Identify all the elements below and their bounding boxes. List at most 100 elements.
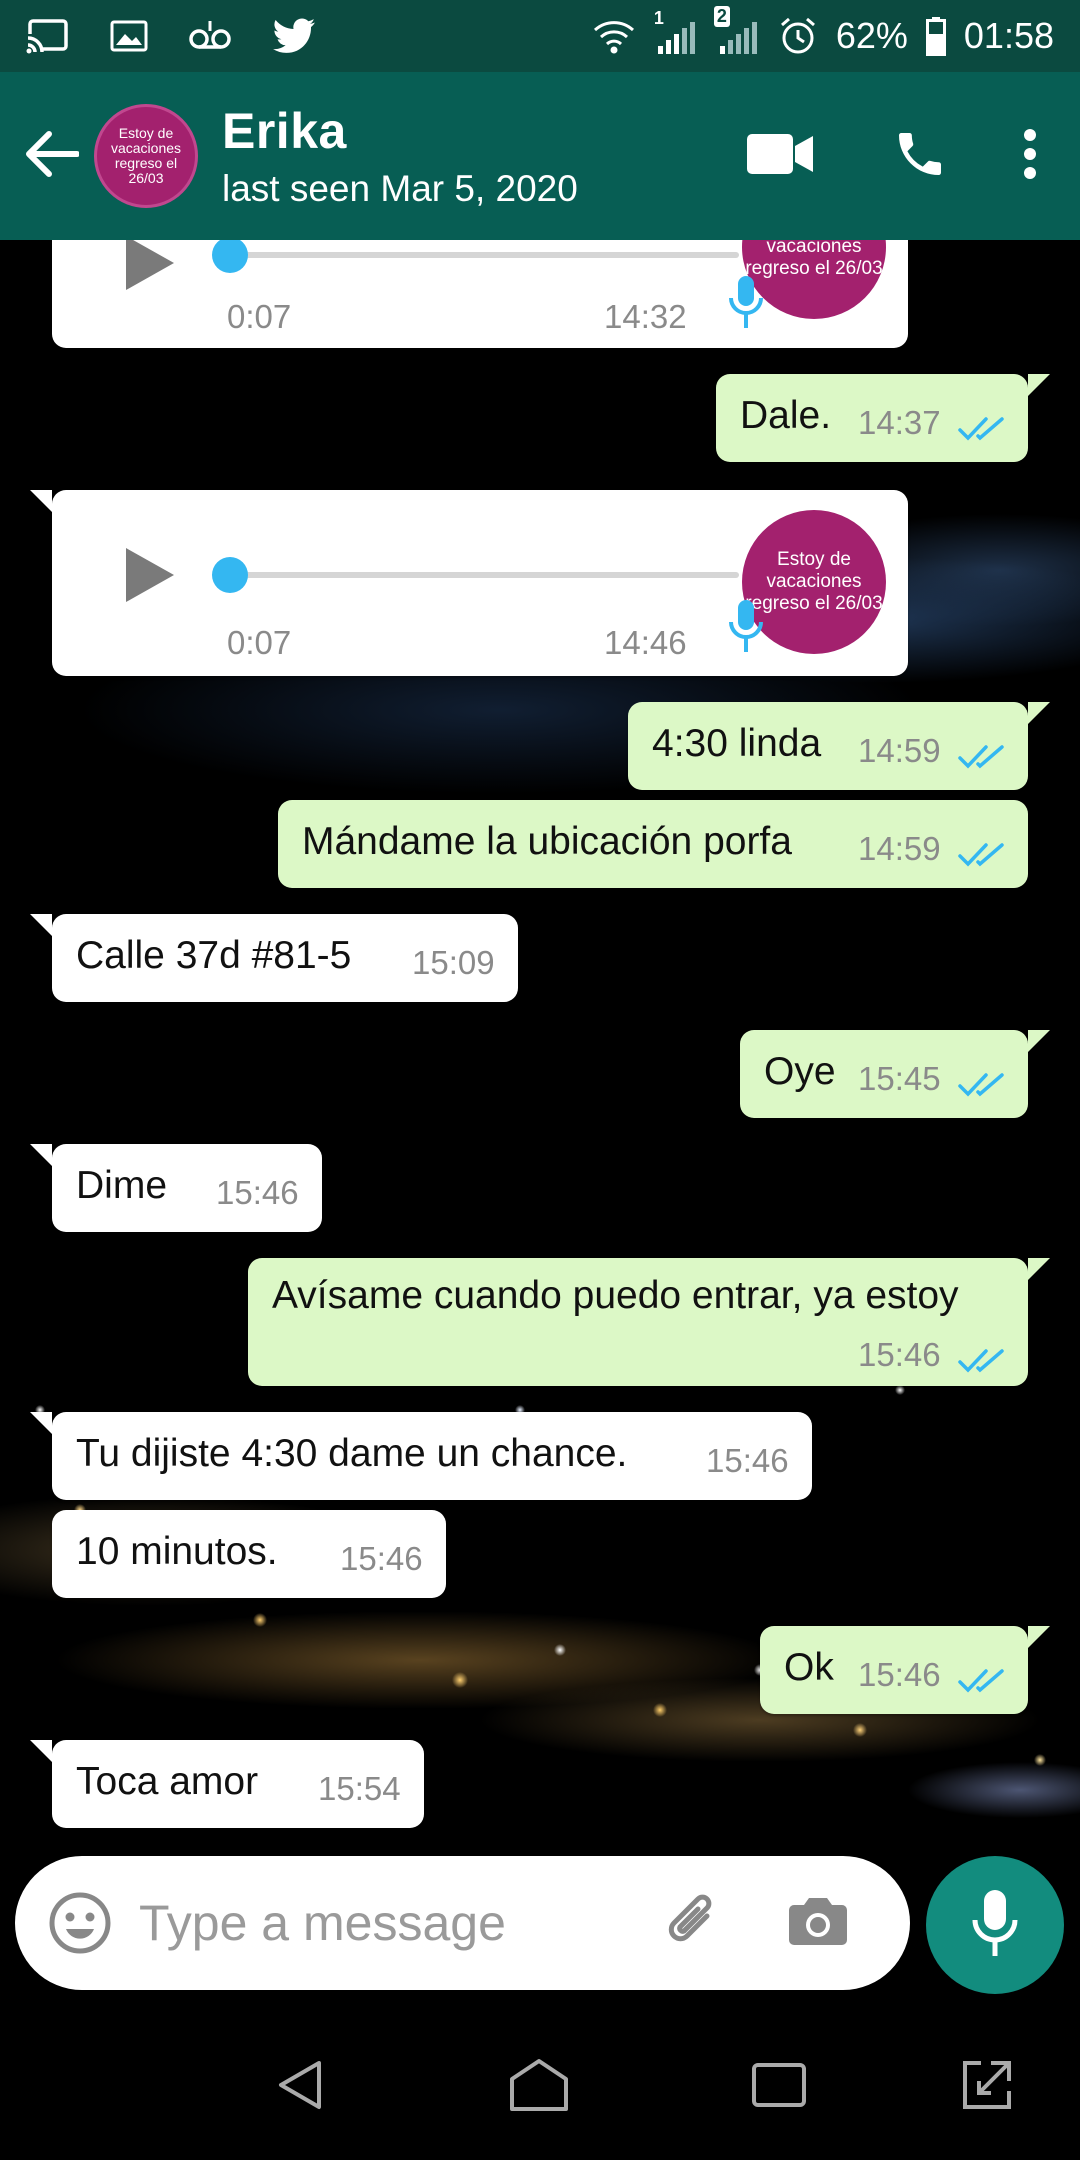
camera-button[interactable] — [783, 1888, 853, 1958]
message-time: 14:59 — [858, 732, 941, 769]
message-time: 14:59 — [858, 830, 941, 867]
read-ticks-icon — [958, 1064, 1006, 1097]
message-composer — [15, 1856, 910, 1990]
voice-duration: 0:07 — [227, 298, 292, 335]
video-call-icon — [747, 132, 813, 181]
nav-back-button[interactable] — [256, 2040, 346, 2130]
message-text: Toca amor — [76, 1760, 259, 1803]
nav-expand-button[interactable] — [942, 2040, 1032, 2130]
message-text: Mándame la ubicación porfa — [302, 820, 792, 863]
message-time: 14:37 — [858, 404, 941, 441]
more-options-button[interactable] — [990, 72, 1070, 240]
avatar-text-line: vacaciones — [110, 140, 182, 156]
incoming-message[interactable]: Dime 15:46 — [30, 1144, 322, 1232]
message-time: 15:46 — [706, 1442, 789, 1479]
message-text: Oye — [764, 1050, 836, 1093]
voice-progress-knob[interactable] — [212, 240, 248, 273]
message-time: 14:46 — [604, 624, 687, 661]
back-button[interactable] — [10, 72, 94, 240]
voice-duration: 0:07 — [227, 624, 292, 661]
home-icon — [510, 2059, 568, 2111]
incoming-message[interactable]: Toca amor 15:54 — [30, 1740, 424, 1828]
chat-area[interactable]: 0:07 14:32 Estoy de vacaciones regreso e… — [0, 240, 1080, 1850]
avatar-text-line: vacaciones — [766, 571, 862, 592]
record-voice-button[interactable] — [926, 1856, 1064, 1994]
message-time: 15:09 — [412, 944, 495, 981]
emoji-button[interactable] — [45, 1888, 115, 1958]
avatar-text-line: regreso el 26/03 — [745, 258, 883, 279]
message-text: Dime — [76, 1164, 168, 1207]
status-bar: 1 2 62% 01:58 — [0, 0, 1080, 72]
message-text: Tu dijiste 4:30 dame un chance. — [76, 1432, 628, 1475]
incoming-message[interactable]: 10 minutos. 15:46 — [52, 1510, 446, 1598]
message-time: 15:45 — [858, 1060, 941, 1097]
mic-icon — [728, 598, 764, 654]
chat-header: Estoy de vacaciones regreso el 26/03 Eri… — [0, 72, 1080, 240]
read-ticks-icon — [958, 834, 1006, 867]
wifi-icon — [592, 16, 636, 56]
emoji-icon — [49, 1892, 111, 1954]
read-ticks-icon — [958, 1340, 1006, 1373]
message-time: 15:46 — [858, 1656, 941, 1693]
outgoing-message[interactable]: Mándame la ubicación porfa 14:59 — [278, 800, 1028, 888]
incoming-message[interactable]: Tu dijiste 4:30 dame un chance. 15:46 — [30, 1412, 812, 1500]
message-text: Calle 37d #81-5 — [76, 934, 352, 977]
last-seen-status: last seen Mar 5, 2020 — [222, 168, 578, 209]
nav-recents-button[interactable] — [734, 2040, 824, 2130]
image-icon — [110, 20, 148, 52]
camera-icon — [789, 1898, 847, 1945]
message-time: 15:46 — [216, 1174, 299, 1211]
battery-percent: 62% — [835, 15, 908, 56]
battery-icon — [925, 16, 946, 56]
contact-info[interactable]: Erika last seen Mar 5, 2020 — [222, 102, 578, 210]
outgoing-message[interactable]: Ok 15:46 — [760, 1626, 1050, 1714]
read-ticks-icon — [958, 736, 1006, 769]
avatar-text-line: Estoy de — [118, 125, 174, 141]
avatar[interactable]: Estoy de vacaciones regreso el 26/03 — [94, 104, 198, 208]
system-navigation-bar — [0, 2010, 1080, 2160]
more-vert-icon — [1022, 128, 1038, 185]
attach-icon — [668, 1894, 712, 1942]
attach-button[interactable] — [657, 1888, 727, 1958]
voice-progress-knob[interactable] — [212, 557, 248, 593]
message-time: 14:32 — [604, 298, 687, 335]
twitter-icon — [272, 18, 316, 54]
mic-icon — [971, 1888, 1019, 1963]
avatar-text-line: Estoy de — [777, 549, 851, 570]
outgoing-message[interactable]: Oye 15:45 — [740, 1030, 1050, 1118]
message-text: 10 minutos. — [76, 1530, 278, 1573]
message-text: Avísame cuando puedo entrar, ya estoy — [272, 1274, 959, 1317]
voice-call-button[interactable] — [850, 72, 990, 240]
outgoing-message[interactable]: 4:30 linda 14:59 — [628, 702, 1050, 790]
message-time: 15:46 — [340, 1540, 423, 1577]
message-input[interactable] — [139, 1894, 639, 1952]
voice-progress-track[interactable] — [227, 572, 739, 578]
sim1-label: 1 — [653, 8, 664, 28]
nav-home-button[interactable] — [494, 2040, 584, 2130]
phone-icon — [892, 126, 948, 187]
message-time: 15:46 — [858, 1336, 941, 1373]
message-text: Dale. — [740, 394, 832, 437]
signal-icon: 1 — [654, 8, 698, 56]
contact-name: Erika — [222, 103, 347, 159]
voicemail-icon — [188, 19, 232, 53]
read-ticks-icon — [958, 408, 1006, 441]
video-call-button[interactable] — [710, 72, 850, 240]
recents-icon — [752, 2063, 806, 2107]
outgoing-message[interactable]: Avísame cuando puedo entrar, ya estoy 15… — [248, 1258, 1050, 1386]
voice-message[interactable]: 0:07 14:46 Estoy de vacaciones regreso e… — [30, 490, 908, 676]
alarm-icon — [778, 16, 818, 56]
back-triangle-icon — [279, 2061, 321, 2109]
voice-progress-track[interactable] — [227, 252, 739, 258]
avatar-text-line: vacaciones — [766, 240, 862, 257]
play-icon[interactable] — [112, 540, 182, 610]
outgoing-message[interactable]: Dale. 14:37 — [716, 374, 1050, 462]
avatar-text-line: regreso el 26/03 — [745, 593, 883, 614]
incoming-message[interactable]: Calle 37d #81-5 15:09 — [30, 914, 518, 1002]
play-icon[interactable] — [112, 240, 182, 298]
expand-icon — [963, 2061, 1011, 2109]
voice-message[interactable]: 0:07 14:32 Estoy de vacaciones regreso e… — [52, 240, 908, 348]
read-ticks-icon — [958, 1660, 1006, 1693]
back-arrow-icon — [25, 130, 80, 183]
cast-icon — [26, 18, 70, 54]
